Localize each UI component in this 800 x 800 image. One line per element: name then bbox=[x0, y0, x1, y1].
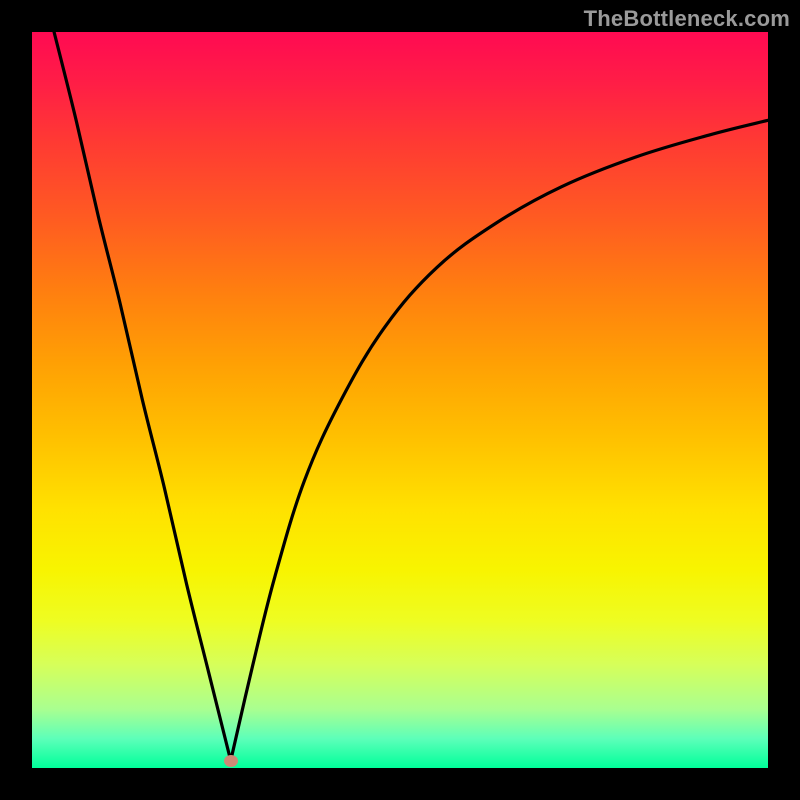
bottleneck-marker bbox=[224, 755, 238, 767]
plot-area bbox=[32, 32, 768, 768]
curve-left-branch bbox=[54, 32, 231, 761]
watermark-text: TheBottleneck.com bbox=[584, 6, 790, 32]
outer-frame: TheBottleneck.com bbox=[0, 0, 800, 800]
curve-svg bbox=[32, 32, 768, 768]
curve-right-branch bbox=[231, 120, 768, 760]
